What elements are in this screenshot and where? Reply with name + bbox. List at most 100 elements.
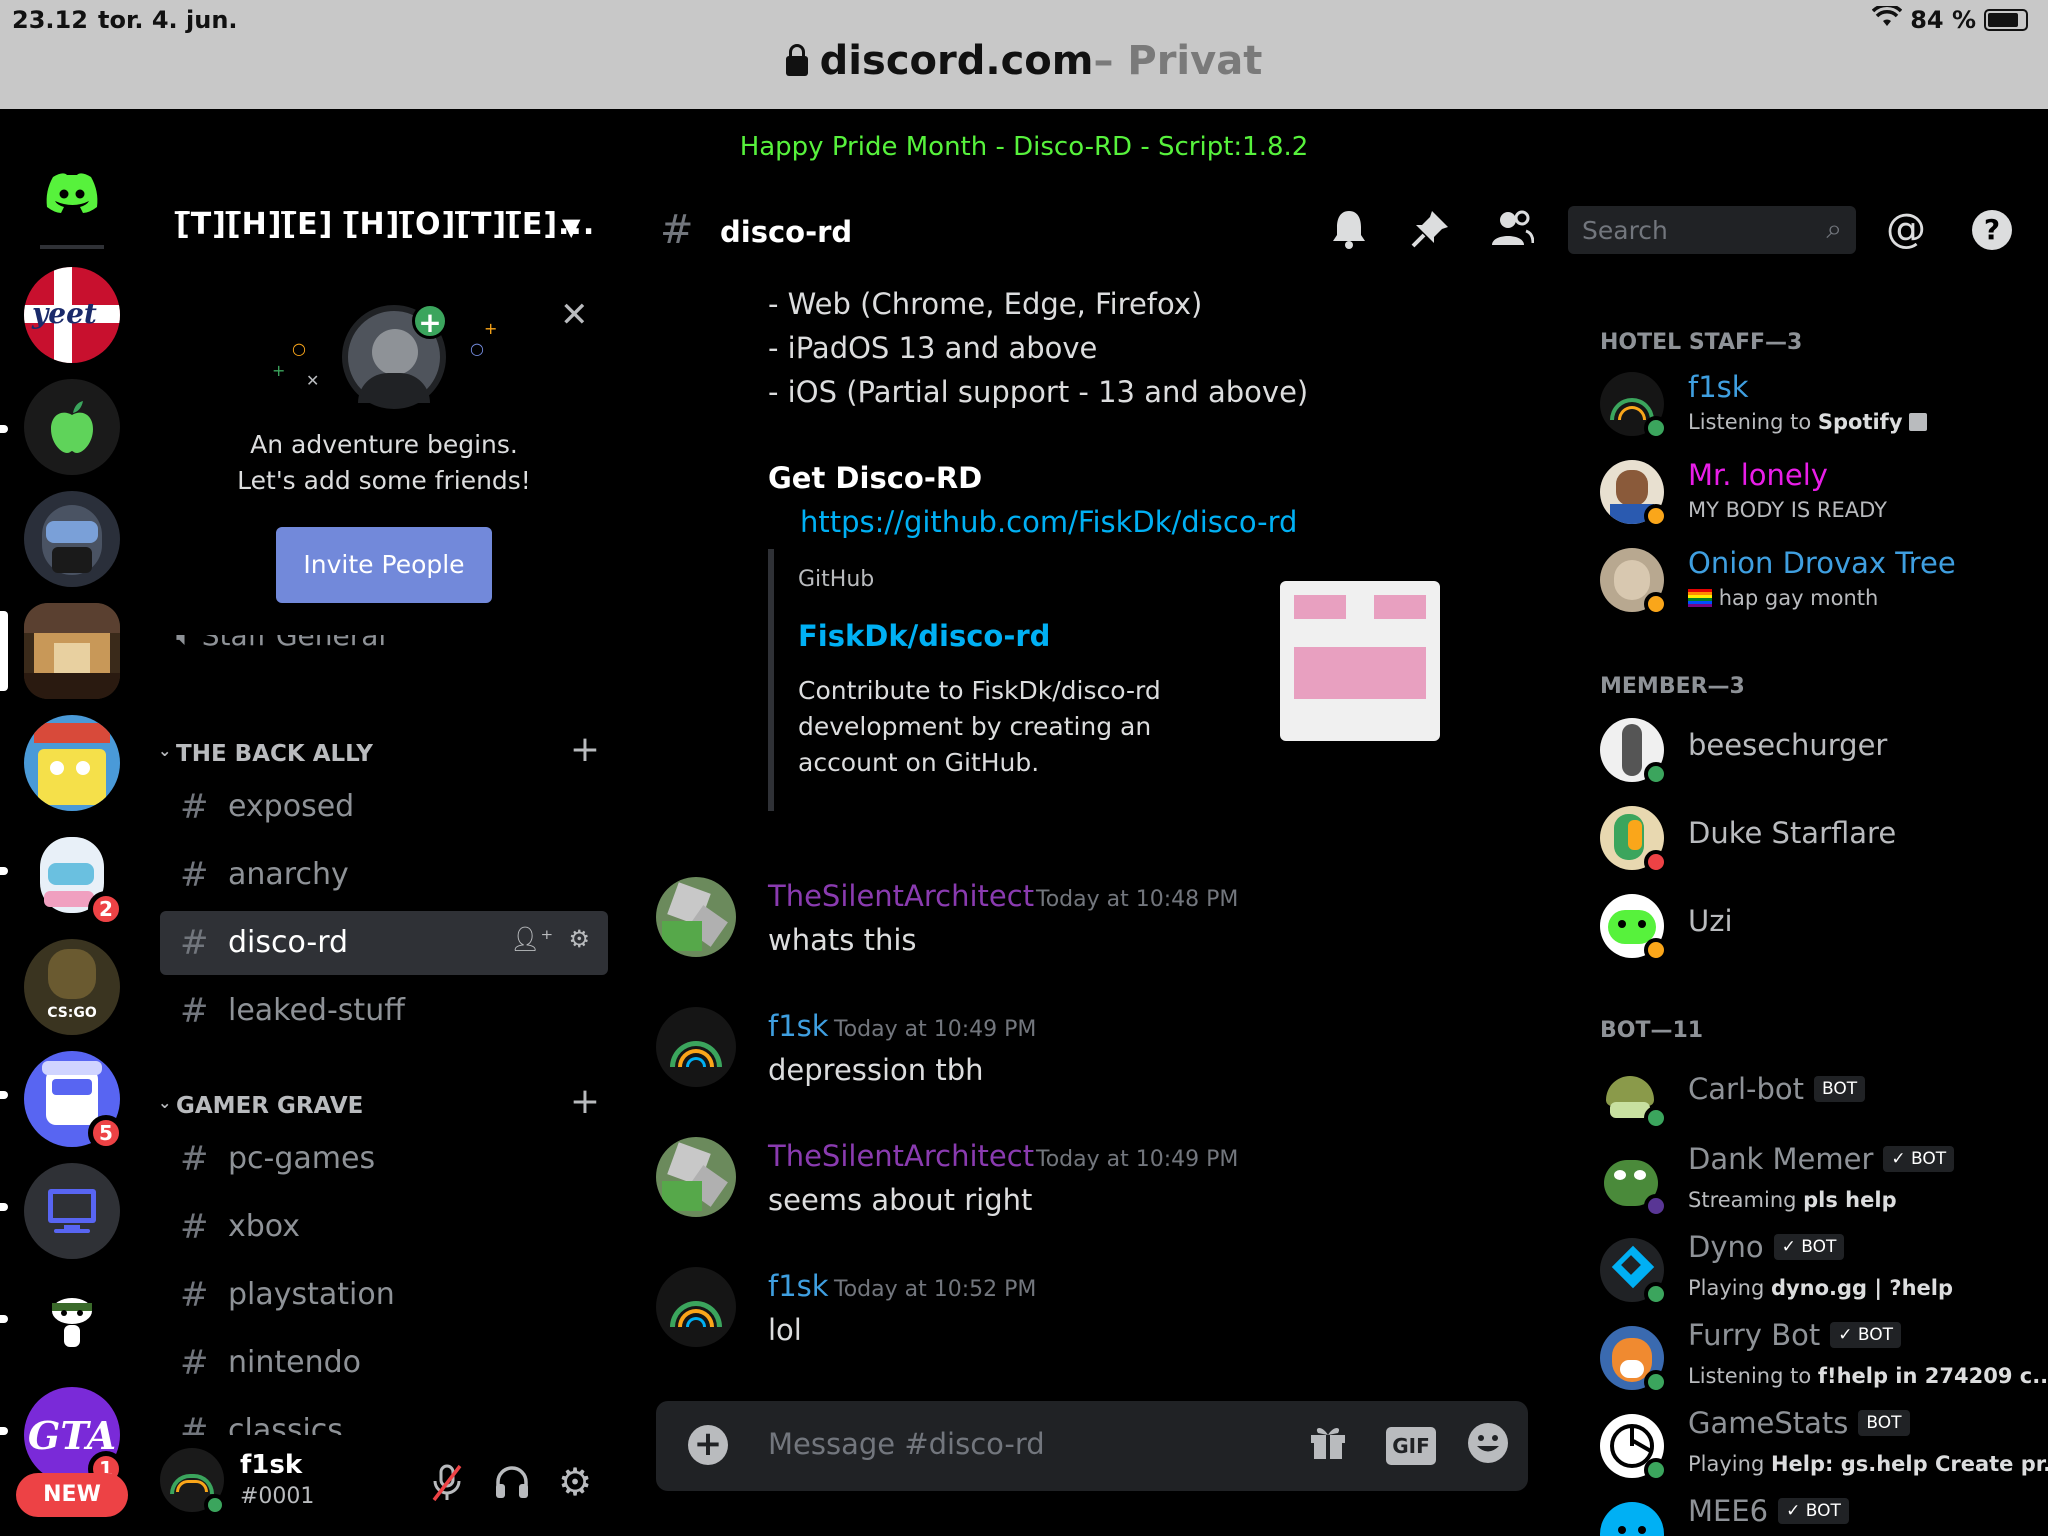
invite-people-button[interactable]: Invite People	[276, 527, 492, 603]
gear-icon[interactable]: ⚙	[568, 925, 590, 953]
member-item[interactable]: MEE6 ✓ BOT	[1600, 1494, 2040, 1536]
channel-pc-games[interactable]: # pc-games	[160, 1127, 608, 1191]
category-label: THE BACK ALLY	[176, 741, 373, 767]
dnd-status-icon	[1644, 850, 1668, 874]
home-button[interactable]	[24, 145, 120, 241]
address-bar[interactable]: discord.com– Privat	[0, 38, 2048, 84]
channel-title: disco-rd	[720, 215, 853, 249]
pin-icon[interactable]	[1410, 209, 1450, 258]
channel-exposed[interactable]: # exposed	[160, 775, 608, 839]
member-name-text: Dyno	[1688, 1230, 1764, 1264]
link-embed: GitHub FiskDk/disco-rd Contribute to Fis…	[768, 549, 1320, 811]
member-name-text: MEE6	[1688, 1494, 1769, 1528]
help-icon[interactable]: ?	[1972, 210, 2012, 250]
embed-title[interactable]: FiskDk/disco-rd	[798, 619, 1050, 653]
user-discriminator: #0001	[240, 1484, 315, 1509]
server-spongebob[interactable]	[24, 715, 120, 811]
avatar[interactable]	[656, 1007, 736, 1087]
bot-tag: BOT	[1858, 1410, 1910, 1436]
server-gta[interactable]: GTA 1	[24, 1387, 124, 1487]
member-name: Carl-bot BOT	[1688, 1072, 1866, 1106]
member-item[interactable]: Mr. lonely MY BODY IS READY	[1600, 452, 2040, 532]
message-composer[interactable]: + Message #disco-rd GIF	[656, 1401, 1528, 1491]
member-group-heading: HOTEL STAFF—3	[1600, 330, 1803, 355]
server-yeet[interactable]: yeet	[24, 267, 120, 363]
user-settings-gear-icon[interactable]: ⚙	[558, 1460, 592, 1504]
rail-divider	[40, 245, 104, 249]
rainbow-flag-icon	[1688, 589, 1712, 607]
avatar[interactable]	[656, 877, 736, 957]
server-robot[interactable]: 5	[24, 1051, 124, 1151]
channel-disco-rd[interactable]: # disco-rd 👤︎⁺ ⚙	[160, 911, 608, 975]
member-group-heading: MEMBER—3	[1600, 674, 1745, 699]
search-box[interactable]: ⌕	[1568, 206, 1856, 254]
thread-channel-icon: #	[180, 855, 209, 895]
idle-status-icon	[1644, 938, 1668, 962]
status-time: 23.12	[12, 6, 88, 34]
member-item[interactable]: Onion Drovax Tree hap gay month	[1600, 540, 2040, 620]
message-author[interactable]: TheSilentArchitect	[768, 879, 1034, 913]
member-item[interactable]: GameStats BOT Playing Help: gs.help Creat…	[1600, 1406, 2048, 1486]
computer-icon	[48, 1189, 96, 1233]
channel-classics[interactable]: # classics	[160, 1399, 608, 1435]
search-input[interactable]	[1582, 215, 1802, 245]
create-channel-icon[interactable]: +	[570, 729, 600, 770]
member-name: Furry Bot ✓ BOT	[1688, 1318, 1901, 1352]
channel-playstation[interactable]: # playstation	[160, 1263, 608, 1327]
server-apple[interactable]	[24, 379, 120, 475]
upload-plus-icon[interactable]: +	[688, 1425, 728, 1465]
server-hotel[interactable]	[24, 603, 120, 699]
channel-anarchy[interactable]: # anarchy	[160, 843, 608, 907]
message-author[interactable]: f1sk	[768, 1009, 829, 1043]
message-input[interactable]: Message #disco-rd	[768, 1427, 1045, 1461]
bell-icon[interactable]	[1330, 209, 1368, 258]
avatar[interactable]	[656, 1267, 736, 1347]
category-back-ally[interactable]: ⌄ THE BACK ALLY +	[152, 729, 604, 775]
activity-prefix: Playing	[1688, 1452, 1771, 1476]
member-item[interactable]: Carl-bot BOT	[1600, 1054, 2040, 1134]
member-item[interactable]: Dyno ✓ BOT Playing dyno.gg | ?help	[1600, 1230, 2040, 1310]
server-furry[interactable]: 2	[24, 827, 124, 927]
status-date: tor. 4. jun.	[98, 6, 238, 34]
mic-muted-icon[interactable]	[430, 1464, 464, 1511]
channel-tools: 👤︎⁺ ⚙	[510, 925, 590, 953]
member-name: MEE6 ✓ BOT	[1688, 1494, 1849, 1528]
member-item[interactable]: f1sk Listening to Spotify	[1600, 364, 2040, 444]
emoji-icon[interactable]	[1466, 1421, 1510, 1474]
server-name[interactable]: [̅T][̅H][̅E] [̅H][̅O][̅T][̅E]...	[176, 207, 595, 242]
verified-bot-tag: ✓ BOT	[1830, 1322, 1901, 1348]
channel-label: disco-rd	[228, 925, 349, 960]
channel-staff-general[interactable]: 🔈︎ Staff General	[176, 635, 596, 675]
channel-leaked-stuff[interactable]: # leaked-stuff	[160, 979, 608, 1043]
mentions-icon[interactable]: @	[1886, 206, 1926, 252]
server-csgo[interactable]: CS:GO	[24, 939, 120, 1035]
member-item[interactable]: Dank Memer ✓ BOT Streaming pls help	[1600, 1142, 2040, 1222]
message-author[interactable]: TheSilentArchitect	[768, 1139, 1034, 1173]
gif-button[interactable]: GIF	[1386, 1427, 1436, 1465]
member-list-icon[interactable]	[1490, 209, 1535, 256]
server-computer[interactable]	[24, 1163, 120, 1259]
github-link[interactable]: https://github.com/FiskDk/disco-rd	[800, 505, 1297, 539]
create-channel-icon[interactable]: +	[570, 1081, 600, 1122]
gift-icon[interactable]	[1308, 1421, 1348, 1470]
category-gamer-grave[interactable]: ⌄ GAMER GRAVE +	[152, 1081, 604, 1127]
new-unreads-pill[interactable]: NEW	[16, 1473, 128, 1517]
headphones-icon[interactable]	[494, 1464, 530, 1509]
member-item[interactable]: Furry Bot ✓ BOT Listening to f!help in 27…	[1600, 1318, 2048, 1398]
member-name: Duke Starflare	[1688, 816, 1897, 850]
message-author[interactable]: f1sk	[768, 1269, 829, 1303]
channel-nintendo[interactable]: # nintendo	[160, 1331, 608, 1395]
member-item[interactable]: Uzi	[1600, 886, 2040, 966]
invite-icon[interactable]: 👤︎⁺	[510, 925, 553, 953]
chevron-down-icon[interactable]: ▼	[562, 213, 580, 241]
member-item[interactable]: Duke Starflare	[1600, 798, 2040, 878]
member-name: Dank Memer ✓ BOT	[1688, 1142, 1955, 1176]
member-item[interactable]: beesechurger	[1600, 710, 2040, 790]
server-reddit[interactable]	[24, 1275, 120, 1371]
channel-xbox[interactable]: # xbox	[160, 1195, 608, 1259]
embed-thumbnail[interactable]	[1280, 581, 1440, 741]
server-masked[interactable]	[24, 491, 120, 587]
avatar[interactable]	[656, 1137, 736, 1217]
close-icon[interactable]: ✕	[560, 295, 589, 335]
channel-label: leaked-stuff	[228, 993, 405, 1028]
